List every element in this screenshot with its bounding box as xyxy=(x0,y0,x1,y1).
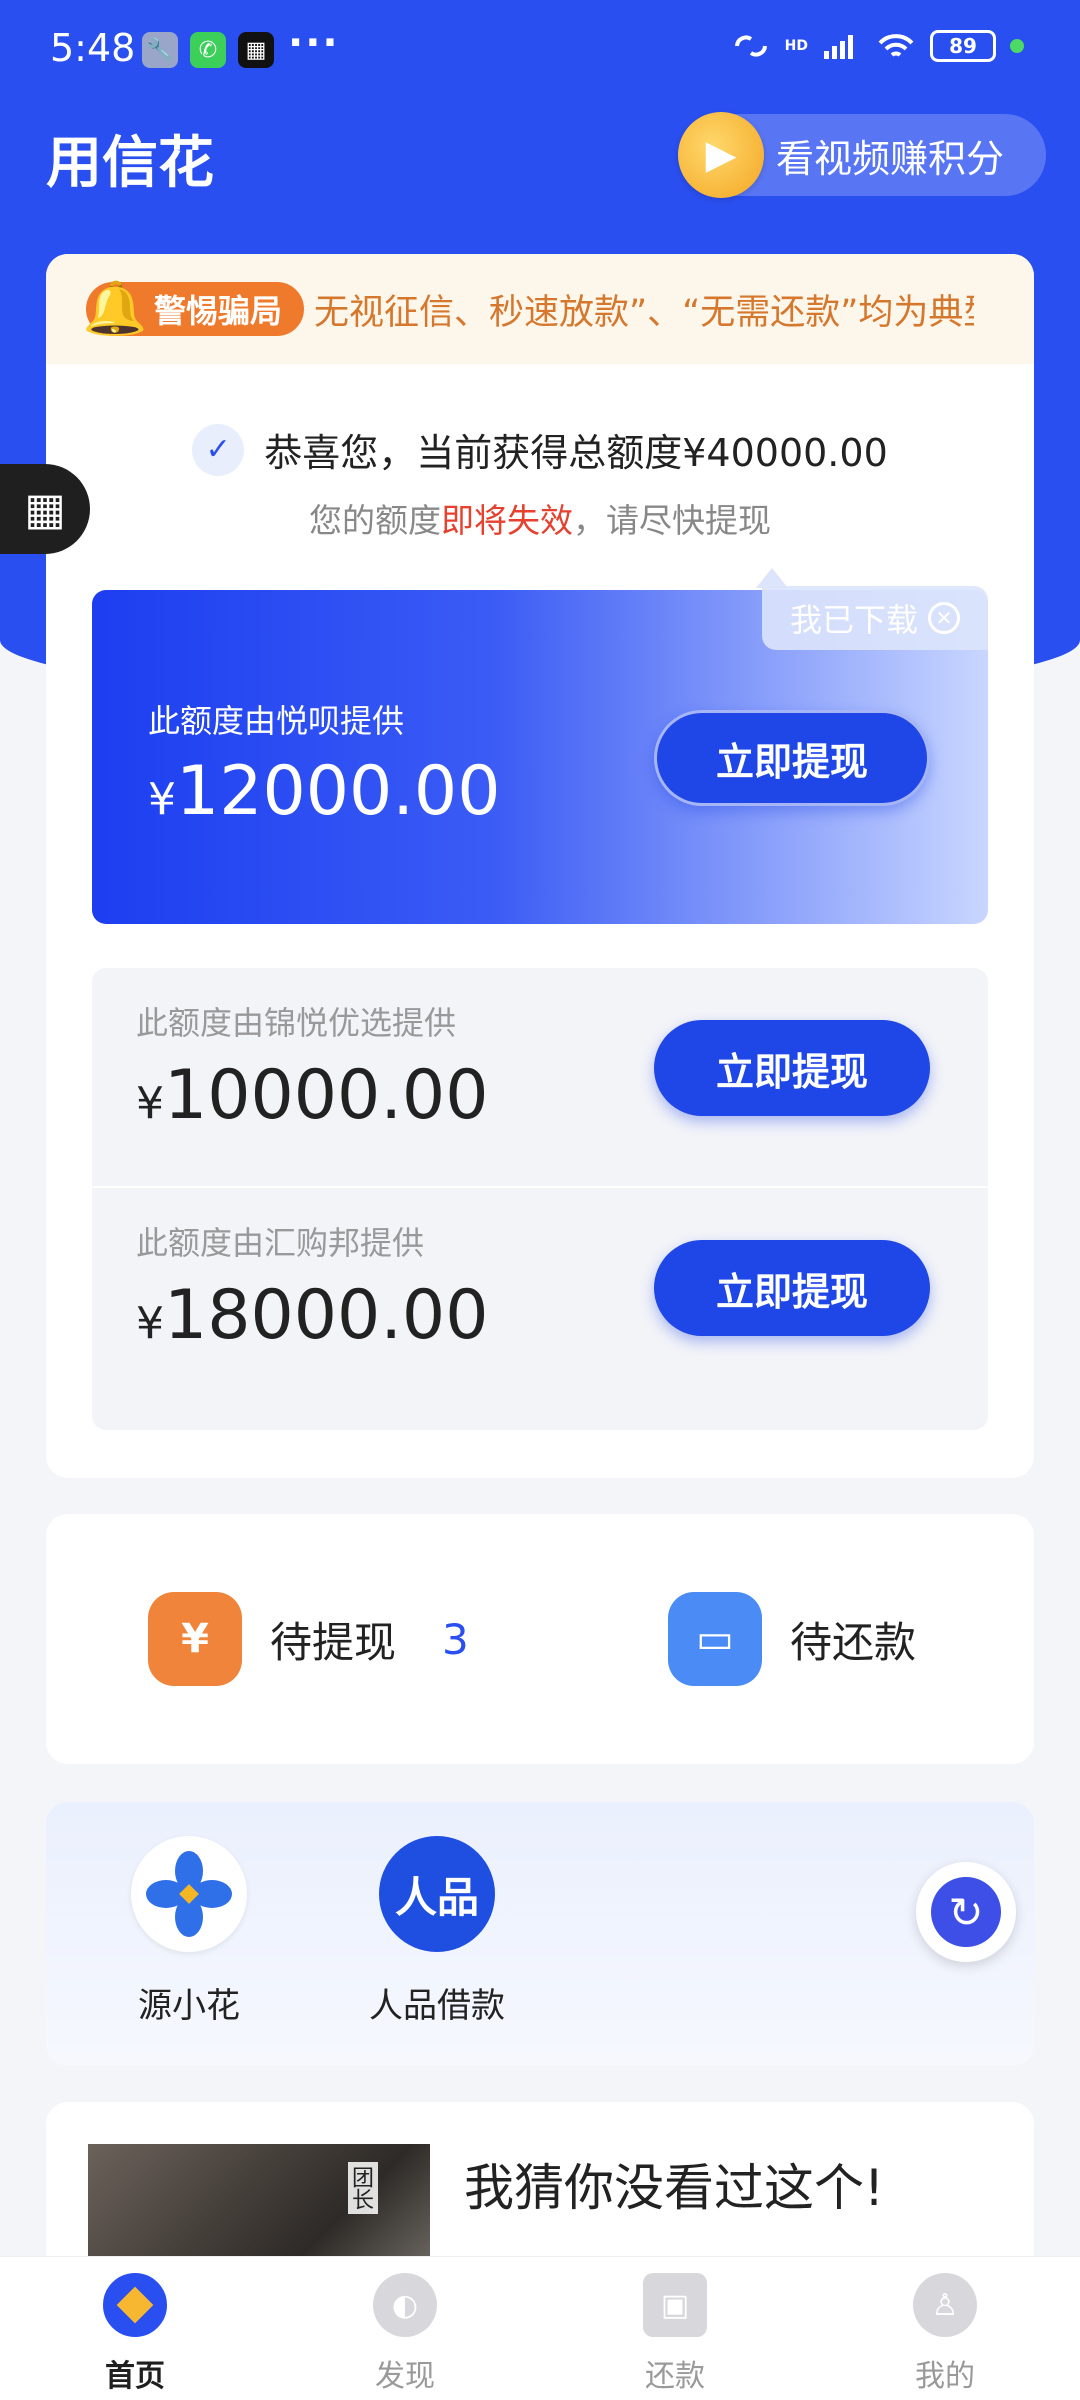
app-title: 用信花 xyxy=(46,131,214,196)
wrench-icon: 🔧 xyxy=(142,32,178,68)
warning-badge: 🔔 警惕骗局 xyxy=(83,279,305,339)
renpin-logo-icon: 人品 xyxy=(379,1836,495,1952)
offer-provider: 此额度由锦悦优选提供 xyxy=(136,1004,457,1042)
bottom-nav: 首页 ◐ 发现 ▣ 还款 ♙ 我的 xyxy=(0,2256,1080,2400)
offer-provider: 此额度由悦呗提供 xyxy=(148,702,405,740)
refresh-icon: ↻ xyxy=(931,1877,1001,1947)
nav-label: 我的 xyxy=(915,2359,975,2394)
status-dot xyxy=(1010,39,1024,53)
partner-item[interactable]: 人品 人品借款 xyxy=(352,1836,522,2027)
expire-highlight: 即将失效 xyxy=(441,501,573,540)
floating-widget-icon[interactable]: ▦ xyxy=(0,464,90,554)
app-badge-icon: ▦ xyxy=(238,32,274,68)
status-bar: 5:48 🔧 ✆ ▦ ··· HD 89 xyxy=(0,0,1080,100)
congrats-line: ✓ 恭喜您，当前获得总额度¥40000.00 xyxy=(46,422,1034,477)
refresh-button[interactable]: ↻ xyxy=(916,1862,1016,1962)
partner-name: 源小花 xyxy=(138,1986,240,2026)
offer-provider: 此额度由汇购邦提供 xyxy=(136,1224,425,1262)
yen-symbol: ¥ xyxy=(136,1078,164,1129)
link-icon xyxy=(734,35,767,57)
nav-label: 还款 xyxy=(645,2359,705,2394)
yen-symbol: ¥ xyxy=(136,1298,164,1349)
signal-icon xyxy=(824,35,853,59)
pending-repay-label: 待还款 xyxy=(790,1617,917,1667)
phone-icon: ✆ xyxy=(190,32,226,68)
profile-icon: ♙ xyxy=(913,2273,977,2337)
offer-card-primary: 我已下载 ✕ 此额度由悦呗提供 ¥12000.00 立即提现 xyxy=(92,568,988,924)
watch-video-button[interactable]: ▶ 看视频赚积分 xyxy=(678,112,1046,198)
offer-amount: ¥12000.00 xyxy=(148,752,500,831)
warning-text: 无视征信、秒速放款”、“无需还款”均为典型 xyxy=(314,292,975,333)
expire-prefix: 您的额度 xyxy=(309,501,441,540)
tag-caret xyxy=(756,568,788,588)
more-notifications-icon: ··· xyxy=(288,20,340,66)
expire-suffix: ，请尽快提现 xyxy=(573,501,771,540)
nav-label: 首页 xyxy=(105,2359,165,2394)
nav-discover[interactable]: ◐ 发现 xyxy=(270,2257,540,2400)
watch-video-label: 看视频赚积分 xyxy=(776,136,1005,181)
pending-card: ¥ 待提现 3 ▭ 待还款 xyxy=(46,1514,1034,1764)
home-icon xyxy=(103,2273,167,2337)
fraud-warning-bar[interactable]: 🔔 警惕骗局 无视征信、秒速放款”、“无需还款”均为典型 xyxy=(46,254,1034,364)
offer-amount-value: 18000.00 xyxy=(164,1276,489,1355)
offer-card: 此额度由锦悦优选提供 ¥10000.00 立即提现 xyxy=(92,968,988,1188)
credit-card: 🔔 警惕骗局 无视征信、秒速放款”、“无需还款”均为典型 ✓ 恭喜您，当前获得总… xyxy=(46,254,1034,1478)
thumbnail-caption: 团长 xyxy=(348,2162,378,2214)
close-icon[interactable]: ✕ xyxy=(928,602,960,634)
downloaded-label: 我已下载 xyxy=(789,601,918,639)
nav-repay[interactable]: ▣ 还款 xyxy=(540,2257,810,2400)
offer-amount: ¥10000.00 xyxy=(136,1056,488,1135)
offer-amount-value: 12000.00 xyxy=(176,752,501,831)
video-camera-icon: ▶ xyxy=(678,112,764,198)
flower-logo-icon xyxy=(131,1836,247,1952)
bell-icon: 🔔 xyxy=(82,279,148,339)
pending-withdraw-label: 待提现 xyxy=(270,1617,397,1667)
repay-icon: ▣ xyxy=(643,2273,707,2337)
partner-apps: 源小花 人品 人品借款 ↻ xyxy=(46,1802,1034,2066)
withdraw-button[interactable]: 立即提现 xyxy=(654,710,930,806)
offer-amount-value: 10000.00 xyxy=(164,1056,489,1135)
yen-symbol: ¥ xyxy=(148,774,176,825)
battery-icon: 89 xyxy=(930,30,996,62)
card-icon: ▭ xyxy=(668,1592,762,1686)
wifi-icon xyxy=(878,34,914,57)
warning-badge-label: 警惕骗局 xyxy=(154,292,283,330)
pending-withdraw-count: 3 xyxy=(442,1614,469,1664)
partner-item[interactable]: 源小花 xyxy=(104,1836,274,2027)
downloaded-tag[interactable]: 我已下载 ✕ xyxy=(762,586,988,650)
offer-amount: ¥18000.00 xyxy=(136,1276,488,1355)
nav-home[interactable]: 首页 xyxy=(0,2257,270,2400)
congrats-text: 恭喜您，当前获得总额度¥40000.00 xyxy=(264,431,888,475)
network-type: HD xyxy=(784,38,808,54)
pending-withdraw[interactable]: ¥ 待提现 3 xyxy=(148,1592,469,1686)
status-time: 5:48 xyxy=(50,26,136,70)
partner-name: 人品借款 xyxy=(369,1986,505,2026)
withdraw-button[interactable]: 立即提现 xyxy=(654,1020,930,1116)
status-right: HD 89 xyxy=(731,30,1024,62)
discover-icon: ◐ xyxy=(373,2273,437,2337)
pending-repay[interactable]: ▭ 待还款 xyxy=(668,1592,916,1686)
expire-notice: 您的额度即将失效，请尽快提现 xyxy=(46,494,1034,542)
wallet-icon: ¥ xyxy=(148,1592,242,1686)
nav-profile[interactable]: ♙ 我的 xyxy=(810,2257,1080,2400)
nav-label: 发现 xyxy=(375,2359,435,2394)
check-icon: ✓ xyxy=(192,423,245,476)
video-title: 我猜你没看过这个! xyxy=(464,2159,885,2217)
offer-card: 此额度由汇购邦提供 ¥18000.00 立即提现 xyxy=(92,1186,988,1430)
withdraw-button[interactable]: 立即提现 xyxy=(654,1240,930,1336)
